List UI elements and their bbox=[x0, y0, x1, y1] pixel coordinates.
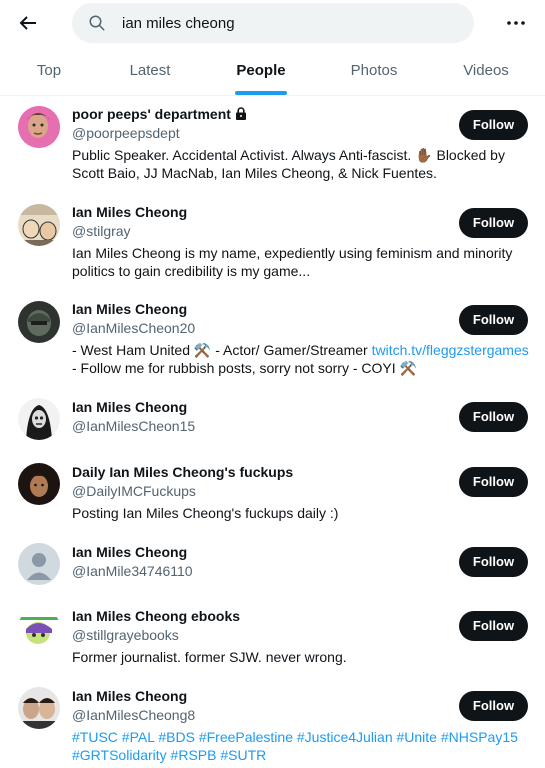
bio-link[interactable]: twitch.tv/fleggzstergames bbox=[372, 342, 529, 358]
default-avatar-icon bbox=[18, 543, 60, 585]
user-handle: @poorpeepsdept bbox=[72, 125, 180, 141]
user-handle: @stilgray bbox=[72, 223, 131, 239]
lock-icon bbox=[235, 107, 246, 120]
user-handle: @DailyIMCFuckups bbox=[72, 483, 196, 499]
user-bio: - West Ham United ⚒️ - Actor/ Gamer/Stre… bbox=[72, 342, 529, 376]
avatar[interactable] bbox=[18, 543, 60, 585]
user-handle: @stillgrayebooks bbox=[72, 627, 179, 643]
avatar-image bbox=[18, 463, 60, 505]
avatar[interactable] bbox=[18, 301, 60, 343]
tab-videos[interactable]: Videos bbox=[436, 50, 536, 95]
tab-photos[interactable]: Photos bbox=[324, 50, 424, 95]
follow-button[interactable]: Follow bbox=[459, 611, 528, 641]
user-result[interactable]: Ian Miles Cheong @IanMilesCheon15 Follow bbox=[0, 389, 545, 453]
display-name: Ian Miles Cheong bbox=[72, 688, 188, 704]
user-result[interactable]: Ian Miles Cheong ebooks @stillgrayebooks… bbox=[0, 597, 545, 677]
avatar[interactable] bbox=[18, 607, 60, 649]
tab-people[interactable]: People bbox=[210, 50, 312, 95]
user-bio: Posting Ian Miles Cheong's fuckups daily… bbox=[72, 505, 339, 521]
avatar-image bbox=[18, 301, 60, 343]
avatar-image bbox=[18, 106, 60, 148]
display-name: Ian Miles Cheong bbox=[72, 399, 188, 415]
display-name: Ian Miles Cheong bbox=[72, 301, 188, 317]
display-name: Ian Miles Cheong bbox=[72, 544, 188, 560]
follow-button[interactable]: Follow bbox=[459, 110, 528, 140]
avatar[interactable] bbox=[18, 106, 60, 148]
follow-button[interactable]: Follow bbox=[459, 467, 528, 497]
user-handle: @IanMilesCheon20 bbox=[72, 320, 196, 336]
follow-button[interactable]: Follow bbox=[459, 402, 528, 432]
search-tabs: Top Latest People Photos Videos bbox=[0, 50, 545, 96]
avatar-image bbox=[18, 204, 60, 246]
follow-button[interactable]: Follow bbox=[459, 691, 528, 721]
user-result[interactable]: Ian Miles Cheong @IanMile34746110 Follow bbox=[0, 533, 545, 597]
search-input[interactable] bbox=[122, 3, 452, 43]
tab-latest[interactable]: Latest bbox=[100, 50, 200, 95]
avatar-image bbox=[18, 687, 60, 729]
search-icon bbox=[89, 15, 105, 31]
avatar[interactable] bbox=[18, 463, 60, 505]
user-handle: @IanMilesCheong8 bbox=[72, 707, 196, 723]
top-bar bbox=[0, 0, 545, 46]
tab-top[interactable]: Top bbox=[0, 50, 98, 95]
user-result[interactable]: Daily Ian Miles Cheong's fuckups @DailyI… bbox=[0, 453, 545, 533]
active-tab-indicator bbox=[235, 91, 287, 95]
display-name: Ian Miles Cheong ebooks bbox=[72, 608, 241, 624]
user-bio-hashtags[interactable]: #TUSC #PAL #BDS #FreePalestine #Justice4… bbox=[72, 728, 532, 764]
display-name: Ian Miles Cheong bbox=[72, 204, 188, 220]
avatar[interactable] bbox=[18, 204, 60, 246]
follow-button[interactable]: Follow bbox=[459, 208, 528, 238]
avatar-image bbox=[18, 398, 60, 440]
user-result[interactable]: Ian Miles Cheong @IanMilesCheong8 #TUSC … bbox=[0, 677, 545, 768]
follow-button[interactable]: Follow bbox=[459, 547, 528, 577]
user-bio: Public Speaker. Accidental Activist. Alw… bbox=[72, 147, 505, 181]
avatar-image bbox=[18, 607, 60, 649]
back-arrow-icon[interactable] bbox=[16, 11, 40, 35]
more-options-icon[interactable] bbox=[505, 12, 527, 34]
search-box[interactable] bbox=[72, 3, 474, 43]
avatar[interactable] bbox=[18, 687, 60, 729]
user-handle: @IanMile34746110 bbox=[72, 563, 193, 579]
user-handle: @IanMilesCheon15 bbox=[72, 418, 196, 434]
follow-button[interactable]: Follow bbox=[459, 305, 528, 335]
user-bio: Ian Miles Cheong is my name, expediently… bbox=[72, 245, 513, 279]
display-name: poor peeps' department bbox=[72, 106, 231, 122]
avatar[interactable] bbox=[18, 398, 60, 440]
user-bio: Former journalist. former SJW. never wro… bbox=[72, 649, 347, 665]
display-name: Daily Ian Miles Cheong's fuckups bbox=[72, 464, 294, 480]
user-result[interactable]: Ian Miles Cheong @stilgray Ian Miles Che… bbox=[0, 196, 545, 292]
user-result[interactable]: poor peeps' department @poorpeepsdept Pu… bbox=[0, 98, 545, 196]
user-result[interactable]: Ian Miles Cheong @IanMilesCheon20 - West… bbox=[0, 292, 545, 389]
